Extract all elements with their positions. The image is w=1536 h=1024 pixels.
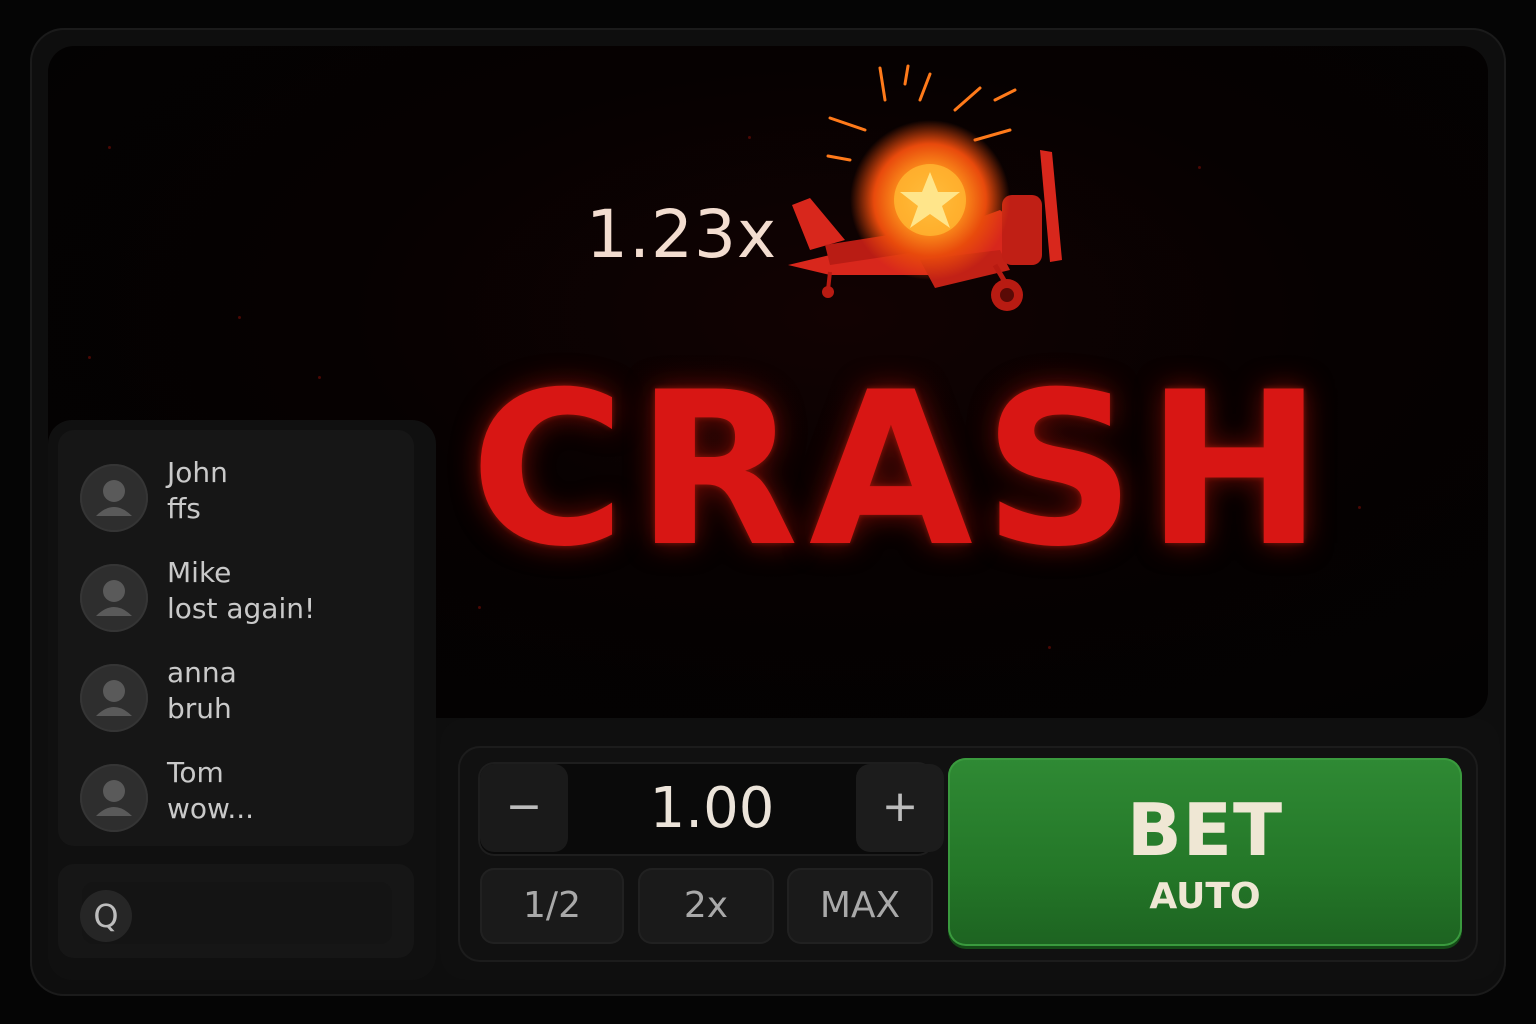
decrease-bet-button[interactable]: − (480, 764, 568, 852)
exploding-plane-icon (788, 64, 1062, 311)
chat-username: Mike (167, 556, 232, 589)
bet-button[interactable]: BET AUTO (948, 758, 1462, 946)
chat-username: anna (167, 656, 237, 689)
user-avatar-icon (80, 464, 148, 532)
search-icon[interactable]: Q (80, 890, 132, 942)
max-bet-button[interactable]: MAX (787, 868, 933, 944)
chat-message: anna bruh (80, 656, 400, 736)
chat-message: John ffs (80, 456, 400, 536)
chat-message-list: John ffs Mike lost again! anna bruh Tom … (58, 430, 414, 846)
crash-multiplier: 1.23x (586, 196, 778, 273)
auto-bet-label[interactable]: AUTO (948, 876, 1462, 917)
crash-status-title: CRASH (470, 346, 1334, 593)
user-avatar-icon (80, 664, 148, 732)
chat-text: ffs (167, 492, 201, 525)
user-avatar-icon (80, 564, 148, 632)
chat-text: wow... (167, 792, 255, 825)
chat-message: Tom wow... (80, 756, 400, 836)
user-avatar-icon (80, 764, 148, 832)
chat-text: lost again! (167, 592, 316, 625)
chat-username: John (167, 456, 228, 489)
bet-amount-stepper[interactable]: − 1.00 + (478, 762, 944, 856)
chat-text: bruh (167, 692, 232, 725)
double-bet-button[interactable]: 2x (638, 868, 774, 944)
chat-message: Mike lost again! (80, 556, 400, 636)
increase-bet-button[interactable]: + (856, 764, 944, 852)
chat-username: Tom (167, 756, 224, 789)
bet-amount-value[interactable]: 1.00 (570, 762, 854, 856)
half-bet-button[interactable]: 1/2 (480, 868, 624, 944)
chat-input-bar[interactable]: Q (58, 864, 414, 958)
bet-button-label: BET (1126, 788, 1284, 872)
